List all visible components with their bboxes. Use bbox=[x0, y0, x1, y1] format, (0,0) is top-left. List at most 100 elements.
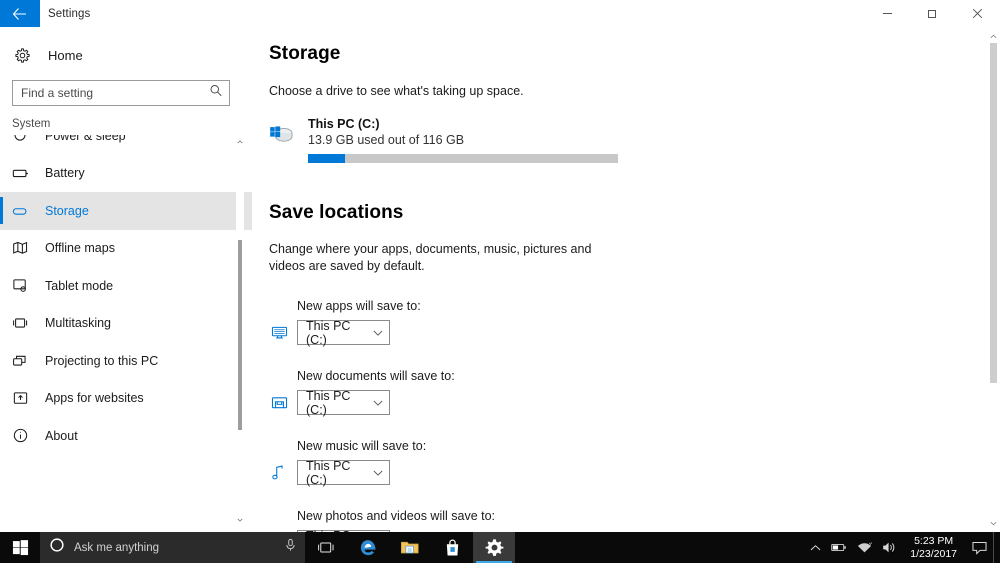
tray-chevron-up-icon[interactable] bbox=[805, 532, 826, 563]
page-title: Storage bbox=[269, 43, 987, 65]
taskbar-clock[interactable]: 5:23 PM 1/23/2017 bbox=[902, 532, 965, 563]
page-description: Choose a drive to see what's taking up s… bbox=[269, 84, 987, 98]
action-center-button[interactable] bbox=[965, 532, 993, 563]
minimize-button[interactable] bbox=[865, 0, 910, 27]
sidebar-item-multitasking[interactable]: Multitasking bbox=[0, 305, 252, 343]
search-input[interactable] bbox=[13, 81, 229, 105]
sidebar-scroll-up-icon[interactable] bbox=[236, 137, 244, 147]
gear-icon bbox=[14, 47, 34, 64]
tablet-icon bbox=[12, 277, 34, 294]
settings-window: Settings bbox=[0, 0, 1000, 563]
sidebar-item-projecting[interactable]: Projecting to this PC bbox=[0, 342, 252, 380]
main-scroll-down-icon[interactable] bbox=[987, 516, 1000, 530]
show-desktop-button[interactable] bbox=[993, 532, 1000, 563]
sidebar-label: Apps for websites bbox=[45, 391, 144, 405]
minimize-icon bbox=[882, 8, 893, 19]
taskbar-file-explorer-button[interactable] bbox=[389, 532, 431, 563]
taskbar-edge-button[interactable] bbox=[347, 532, 389, 563]
windows-logo-icon bbox=[12, 539, 29, 556]
tray-wifi-icon[interactable] bbox=[852, 532, 877, 563]
sidebar-item-storage[interactable]: Storage bbox=[0, 192, 252, 230]
drive-usage-fill bbox=[308, 154, 345, 163]
save-location-music: New music will save to: This PC (C:) bbox=[269, 439, 987, 485]
taskbar-settings-button[interactable] bbox=[473, 532, 515, 563]
dropdown-value: This PC (C:) bbox=[306, 459, 373, 487]
sidebar: Home System bbox=[0, 27, 252, 532]
main-scrollbar-thumb[interactable] bbox=[990, 43, 997, 383]
save-location-photos-videos: New photos and videos will save to: This… bbox=[269, 509, 987, 532]
chevron-down-icon bbox=[373, 330, 383, 336]
sidebar-item-about[interactable]: About bbox=[0, 417, 252, 455]
sidebar-item-power-sleep[interactable]: Power & sleep bbox=[0, 135, 252, 155]
tray-battery-icon[interactable] bbox=[826, 532, 852, 563]
close-button[interactable] bbox=[955, 0, 1000, 27]
sidebar-label: Offline maps bbox=[45, 241, 115, 255]
sidebar-item-tablet-mode[interactable]: Tablet mode bbox=[0, 267, 252, 305]
battery-icon bbox=[12, 165, 34, 181]
clock-date: 1/23/2017 bbox=[910, 548, 957, 561]
save-label: New documents will save to: bbox=[297, 369, 987, 383]
close-icon bbox=[972, 8, 983, 19]
dropdown-value: This PC (C:) bbox=[306, 389, 373, 417]
maximize-button[interactable] bbox=[910, 0, 955, 27]
storage-icon bbox=[12, 203, 34, 219]
edge-icon bbox=[359, 538, 378, 557]
apps-websites-icon bbox=[12, 390, 34, 407]
chevron-down-icon bbox=[373, 470, 383, 476]
drive-usage-text: 13.9 GB used out of 116 GB bbox=[308, 133, 629, 147]
save-location-apps: New apps will save to: This PC (C:) bbox=[269, 299, 987, 345]
save-row: This PC (C:) bbox=[269, 320, 987, 345]
sidebar-label: Storage bbox=[45, 204, 89, 218]
back-arrow-icon bbox=[12, 7, 28, 21]
save-label: New photos and videos will save to: bbox=[297, 509, 987, 523]
documents-save-location-dropdown[interactable]: This PC (C:) bbox=[297, 390, 390, 415]
search-box[interactable] bbox=[12, 80, 230, 106]
drive-info: This PC (C:) 13.9 GB used out of 116 GB bbox=[308, 117, 629, 163]
power-icon bbox=[12, 135, 34, 144]
save-row: This PC (C:) bbox=[269, 460, 987, 485]
taskbar-task-view-button[interactable] bbox=[305, 532, 347, 563]
sidebar-scroll-down-icon[interactable] bbox=[236, 515, 244, 525]
save-row: This PC (C:) bbox=[269, 390, 987, 415]
sidebar-item-apps-for-websites[interactable]: Apps for websites bbox=[0, 380, 252, 418]
apps-save-location-dropdown[interactable]: This PC (C:) bbox=[297, 320, 390, 345]
cortana-search-box[interactable]: Ask me anything bbox=[40, 532, 305, 563]
cortana-placeholder: Ask me anything bbox=[74, 542, 284, 554]
save-location-documents: New documents will save to: This PC (C: bbox=[269, 369, 987, 415]
tray-speaker-icon[interactable] bbox=[877, 532, 902, 563]
microphone-icon[interactable] bbox=[284, 538, 297, 557]
window-controls bbox=[865, 0, 1000, 27]
content-inner: Storage Choose a drive to see what's tak… bbox=[252, 27, 987, 532]
music-save-location-dropdown[interactable]: This PC (C:) bbox=[297, 460, 390, 485]
action-center-icon bbox=[972, 541, 987, 555]
taskbar: Ask me anything bbox=[0, 532, 1000, 563]
taskbar-store-button[interactable] bbox=[431, 532, 473, 563]
title-bar: Settings bbox=[0, 0, 1000, 27]
system-tray: 5:23 PM 1/23/2017 bbox=[805, 532, 1000, 563]
sidebar-label: Projecting to this PC bbox=[45, 354, 158, 368]
start-button[interactable] bbox=[0, 532, 40, 563]
multitasking-icon bbox=[12, 315, 34, 331]
sidebar-item-home[interactable]: Home bbox=[0, 38, 252, 72]
main-scroll-up-icon[interactable] bbox=[987, 29, 1000, 43]
drive-usage-bar bbox=[308, 154, 618, 163]
drive-name: This PC (C:) bbox=[308, 117, 629, 131]
dropdown-value: This PC (C:) bbox=[306, 319, 373, 347]
documents-folder-icon bbox=[269, 395, 297, 410]
sidebar-item-battery[interactable]: Battery bbox=[0, 155, 252, 193]
sidebar-group-label: System bbox=[0, 106, 252, 134]
restore-icon bbox=[927, 8, 938, 19]
sidebar-label: Tablet mode bbox=[45, 279, 113, 293]
main-scrollbar[interactable] bbox=[987, 27, 1000, 532]
task-view-icon bbox=[317, 540, 335, 555]
chevron-down-icon bbox=[373, 400, 383, 406]
projecting-icon bbox=[12, 353, 34, 369]
sidebar-item-offline-maps[interactable]: Offline maps bbox=[0, 230, 252, 268]
drive-item[interactable]: This PC (C:) 13.9 GB used out of 116 GB bbox=[269, 115, 629, 165]
sidebar-home-label: Home bbox=[48, 48, 83, 63]
back-button[interactable] bbox=[0, 0, 40, 27]
sidebar-scrollbar[interactable] bbox=[236, 135, 244, 527]
store-bag-icon bbox=[444, 539, 461, 557]
sidebar-label: Multitasking bbox=[45, 316, 111, 330]
sidebar-scrollbar-thumb[interactable] bbox=[238, 240, 242, 430]
